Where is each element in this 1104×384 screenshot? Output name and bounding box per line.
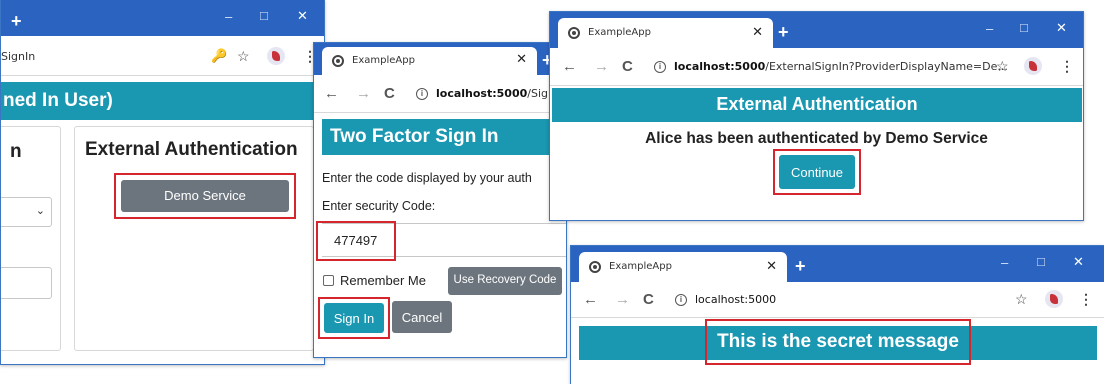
page-header: External Authentication xyxy=(552,88,1082,122)
login-panel-heading: n xyxy=(10,141,22,162)
page-header: Two Factor Sign In xyxy=(322,119,566,155)
maximize-icon[interactable]: □ xyxy=(1020,21,1028,35)
new-tab-button[interactable]: + xyxy=(11,12,22,30)
address-host: localhost:5000 xyxy=(674,60,766,73)
address-host: localhost:5000 xyxy=(695,293,777,306)
external-auth-window: ExampleApp ✕ + – □ ✕ ← → C i localhost:5… xyxy=(549,11,1084,221)
external-auth-heading: External Authentication xyxy=(85,139,298,160)
secret-titlebar: ExampleApp ✕ + – □ ✕ xyxy=(571,246,1104,282)
new-tab-button[interactable]: + xyxy=(778,23,789,41)
forward-icon[interactable]: → xyxy=(594,59,609,75)
login-titlebar: + – □ ✕ xyxy=(1,0,324,36)
tab-title: ExampleApp xyxy=(588,27,651,38)
forward-icon[interactable]: → xyxy=(356,86,371,102)
highlight-security-code xyxy=(316,221,396,261)
extension-icon[interactable] xyxy=(1024,57,1042,75)
menu-icon[interactable]: ⋮ xyxy=(1060,59,1074,73)
minimize-icon[interactable]: – xyxy=(986,22,993,36)
bookmark-star-icon[interactable]: ☆ xyxy=(996,59,1009,73)
secret-tab[interactable]: ExampleApp ✕ xyxy=(579,252,787,282)
back-icon[interactable]: ← xyxy=(324,86,339,102)
minimize-icon[interactable]: – xyxy=(225,10,232,24)
menu-icon[interactable]: ⋮ xyxy=(1079,292,1093,306)
page-header-text: ned In User) xyxy=(3,90,113,111)
cancel-button[interactable]: Cancel xyxy=(392,301,452,333)
external-auth-panel: External Authentication xyxy=(74,126,314,351)
login-window: + – □ ✕ SignIn 🔑 ☆ ⋮ ned In User) n ⌄ Ex… xyxy=(0,0,325,365)
tab-close-icon[interactable]: ✕ xyxy=(752,25,763,40)
login-toolbar: SignIn 🔑 ☆ ⋮ xyxy=(1,36,324,76)
new-tab-button[interactable]: + xyxy=(795,257,806,275)
address-host: localhost:5000 xyxy=(436,87,528,100)
external-auth-toolbar: ← → C i localhost:5000/ExternalSignIn?Pr… xyxy=(550,48,1083,86)
address-bar[interactable]: localhost:5000/SignIn xyxy=(436,87,565,100)
login-panel: n ⌄ xyxy=(1,126,61,351)
tab-title: ExampleApp xyxy=(352,55,415,66)
auth-message: Alice has been authenticated by Demo Ser… xyxy=(645,130,988,147)
reload-icon[interactable]: C xyxy=(384,86,395,102)
highlight-sign-in xyxy=(318,297,390,339)
two-factor-window: ExampleApp ✕ + ← → C i localhost:5000/Si… xyxy=(313,42,567,358)
two-factor-toolbar: ← → C i localhost:5000/SignIn xyxy=(314,75,566,113)
extension-icon[interactable] xyxy=(267,47,285,65)
minimize-icon[interactable]: – xyxy=(1001,256,1008,270)
secret-toolbar: ← → C i localhost:5000 ☆ ⋮ xyxy=(571,282,1104,318)
bookmark-star-icon[interactable]: ☆ xyxy=(237,49,250,63)
two-factor-tab[interactable]: ExampleApp ✕ xyxy=(322,47,537,75)
reload-icon[interactable]: C xyxy=(643,292,654,308)
cancel-button-label: Cancel xyxy=(401,310,443,325)
two-factor-titlebar: ExampleApp ✕ + xyxy=(314,43,566,75)
close-icon[interactable]: ✕ xyxy=(1056,21,1067,35)
page-header-text: External Authentication xyxy=(716,94,918,114)
page-header-text: Two Factor Sign In xyxy=(330,126,499,147)
extension-icon[interactable] xyxy=(1045,290,1063,308)
address-bar[interactable]: localhost:5000 xyxy=(695,293,776,306)
highlight-demo-service xyxy=(114,173,296,219)
chevron-down-icon: ⌄ xyxy=(35,205,45,217)
close-icon[interactable]: ✕ xyxy=(297,9,308,23)
key-icon[interactable]: 🔑 xyxy=(211,48,227,64)
close-icon[interactable]: ✕ xyxy=(1073,255,1084,269)
tab-title: ExampleApp xyxy=(609,261,672,272)
site-info-icon[interactable]: i xyxy=(654,61,666,73)
address-bar[interactable]: localhost:5000/ExternalSignIn?ProviderDi… xyxy=(674,60,1008,73)
chrome-favicon-icon xyxy=(568,27,580,39)
remember-me-label: Remember Me xyxy=(340,273,426,288)
back-icon[interactable]: ← xyxy=(562,59,577,75)
secret-window: ExampleApp ✕ + – □ ✕ ← → C i localhost:5… xyxy=(570,245,1104,384)
maximize-icon[interactable]: □ xyxy=(260,9,268,23)
reload-icon[interactable]: C xyxy=(622,59,633,75)
use-recovery-code-label: Use Recovery Code xyxy=(453,274,557,286)
chrome-favicon-icon xyxy=(589,261,601,273)
login-select[interactable]: ⌄ xyxy=(1,197,52,227)
back-icon[interactable]: ← xyxy=(583,292,598,308)
chrome-favicon-icon xyxy=(332,55,344,67)
bookmark-star-icon[interactable]: ☆ xyxy=(1015,292,1028,306)
site-info-icon[interactable]: i xyxy=(675,294,687,306)
address-path: /ExternalSignIn?ProviderDisplayName=De..… xyxy=(765,60,1008,73)
site-info-icon[interactable]: i xyxy=(416,88,428,100)
page-header: ned In User) xyxy=(1,82,324,120)
external-auth-titlebar: ExampleApp ✕ + – □ ✕ xyxy=(550,12,1083,48)
login-input[interactable] xyxy=(1,267,52,299)
highlight-continue xyxy=(773,149,861,195)
use-recovery-code-button[interactable]: Use Recovery Code xyxy=(448,267,562,295)
tab-close-icon[interactable]: ✕ xyxy=(516,52,527,67)
external-auth-tab[interactable]: ExampleApp ✕ xyxy=(558,18,773,48)
code-label: Enter security Code: xyxy=(322,199,436,213)
address-bar[interactable]: SignIn xyxy=(1,50,35,63)
tab-close-icon[interactable]: ✕ xyxy=(766,259,777,274)
maximize-icon[interactable]: □ xyxy=(1037,255,1045,269)
highlight-secret-message xyxy=(705,319,971,365)
instruction-text: Enter the code displayed by your auth xyxy=(322,171,532,185)
remember-me-checkbox[interactable] xyxy=(323,275,334,286)
forward-icon[interactable]: → xyxy=(615,292,630,308)
